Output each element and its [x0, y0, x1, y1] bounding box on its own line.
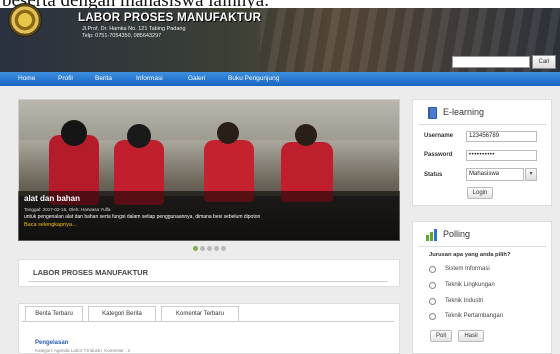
results-button[interactable]: Hasil	[458, 330, 484, 342]
nav-item-home[interactable]: Home	[18, 72, 35, 86]
nav-item-informasi[interactable]: Informasi	[136, 72, 163, 86]
nav-item-profil[interactable]: Profil	[58, 72, 73, 86]
slide-title[interactable]: alat dan bahan	[24, 194, 80, 203]
post-title-link[interactable]: Pengelasan	[35, 340, 68, 346]
polling-title: Polling	[443, 229, 471, 239]
institution-logo	[8, 3, 42, 37]
polling-divider	[418, 246, 546, 247]
tab-komentar-terbaru[interactable]: Komentar Terbaru	[161, 306, 239, 321]
slide-description: untuk pengenalan alat dan bahan serta fu…	[24, 214, 261, 220]
status-select[interactable]: Mahasiswa	[466, 168, 524, 181]
tab-berita-terbaru[interactable]: Berita Terbaru	[25, 306, 83, 321]
search-input[interactable]	[452, 56, 530, 68]
login-button[interactable]: Login	[467, 187, 493, 199]
section-title: LABOR PROSES MANUFAKTUR	[33, 268, 149, 277]
password-field[interactable]: ••••••••••	[466, 150, 537, 161]
poll-option-label: Teknik Industri	[445, 298, 484, 304]
poll-option-label: Teknik Pertambangan	[445, 313, 504, 319]
tabs-divider	[22, 321, 394, 322]
read-more-link[interactable]: Baca selengkapnya...	[24, 222, 77, 228]
slider-dot[interactable]	[193, 246, 198, 251]
poll-radio-teknik-pertambangan[interactable]	[429, 313, 436, 320]
slider-dot[interactable]	[207, 246, 212, 251]
book-icon	[428, 107, 437, 119]
chevron-down-icon[interactable]: ▾	[525, 168, 537, 181]
username-label: Username	[424, 133, 454, 139]
nav-item-galeri[interactable]: Galeri	[188, 72, 205, 86]
tab-kategori-berita[interactable]: Kategori Berita	[88, 306, 156, 321]
poll-option-label: Sistem Informasi	[445, 266, 490, 272]
poll-radio-sistem-informasi[interactable]	[429, 266, 436, 273]
bar-chart-icon	[426, 229, 437, 241]
password-label: Password	[424, 152, 453, 158]
site-title: LABOR PROSES MANUFAKTUR	[78, 12, 262, 24]
poll-option-label: Teknik Lingkungan	[445, 282, 495, 288]
slide-photo-student-head	[295, 124, 317, 146]
slider-dot[interactable]	[221, 246, 226, 251]
slide-photo-student-head	[127, 124, 151, 148]
username-field[interactable]: 123456789	[466, 131, 537, 142]
post-meta: Kategori: Agenda Labor T.Industri, Komen…	[35, 348, 130, 353]
slider-dot[interactable]	[214, 246, 219, 251]
poll-radio-teknik-industri[interactable]	[429, 298, 436, 305]
slide-meta: Tanggal: 2017-02-16, Oleh: Harwasa Yulfa	[24, 207, 111, 212]
slider-dot[interactable]	[200, 246, 205, 251]
poll-question: Jurusan apa yang anda pilih?	[429, 252, 511, 258]
site-phone: Telp: 0751-7054350, 085643297	[82, 33, 162, 39]
poll-radio-teknik-lingkungan[interactable]	[429, 282, 436, 289]
slide-photo-student-head	[61, 120, 87, 146]
search-button[interactable]: Cari	[532, 55, 556, 69]
slide-photo-student-head	[217, 122, 239, 144]
nav-item-berita[interactable]: Berita	[95, 72, 112, 86]
elearning-title: E-learning	[443, 107, 485, 117]
status-label: Status	[424, 172, 443, 178]
poll-button[interactable]: Poll	[430, 330, 452, 342]
elearning-divider	[418, 124, 546, 125]
section-divider	[28, 281, 388, 282]
nav-item-buku-pengunjung[interactable]: Buku Pengunjung	[228, 72, 279, 86]
main-nav: Home Profil Berita Informasi Galeri Buku…	[0, 72, 560, 86]
site-address: Jl.Prof. Dr. Hamka No. 121 Tabing Padang	[82, 26, 186, 32]
